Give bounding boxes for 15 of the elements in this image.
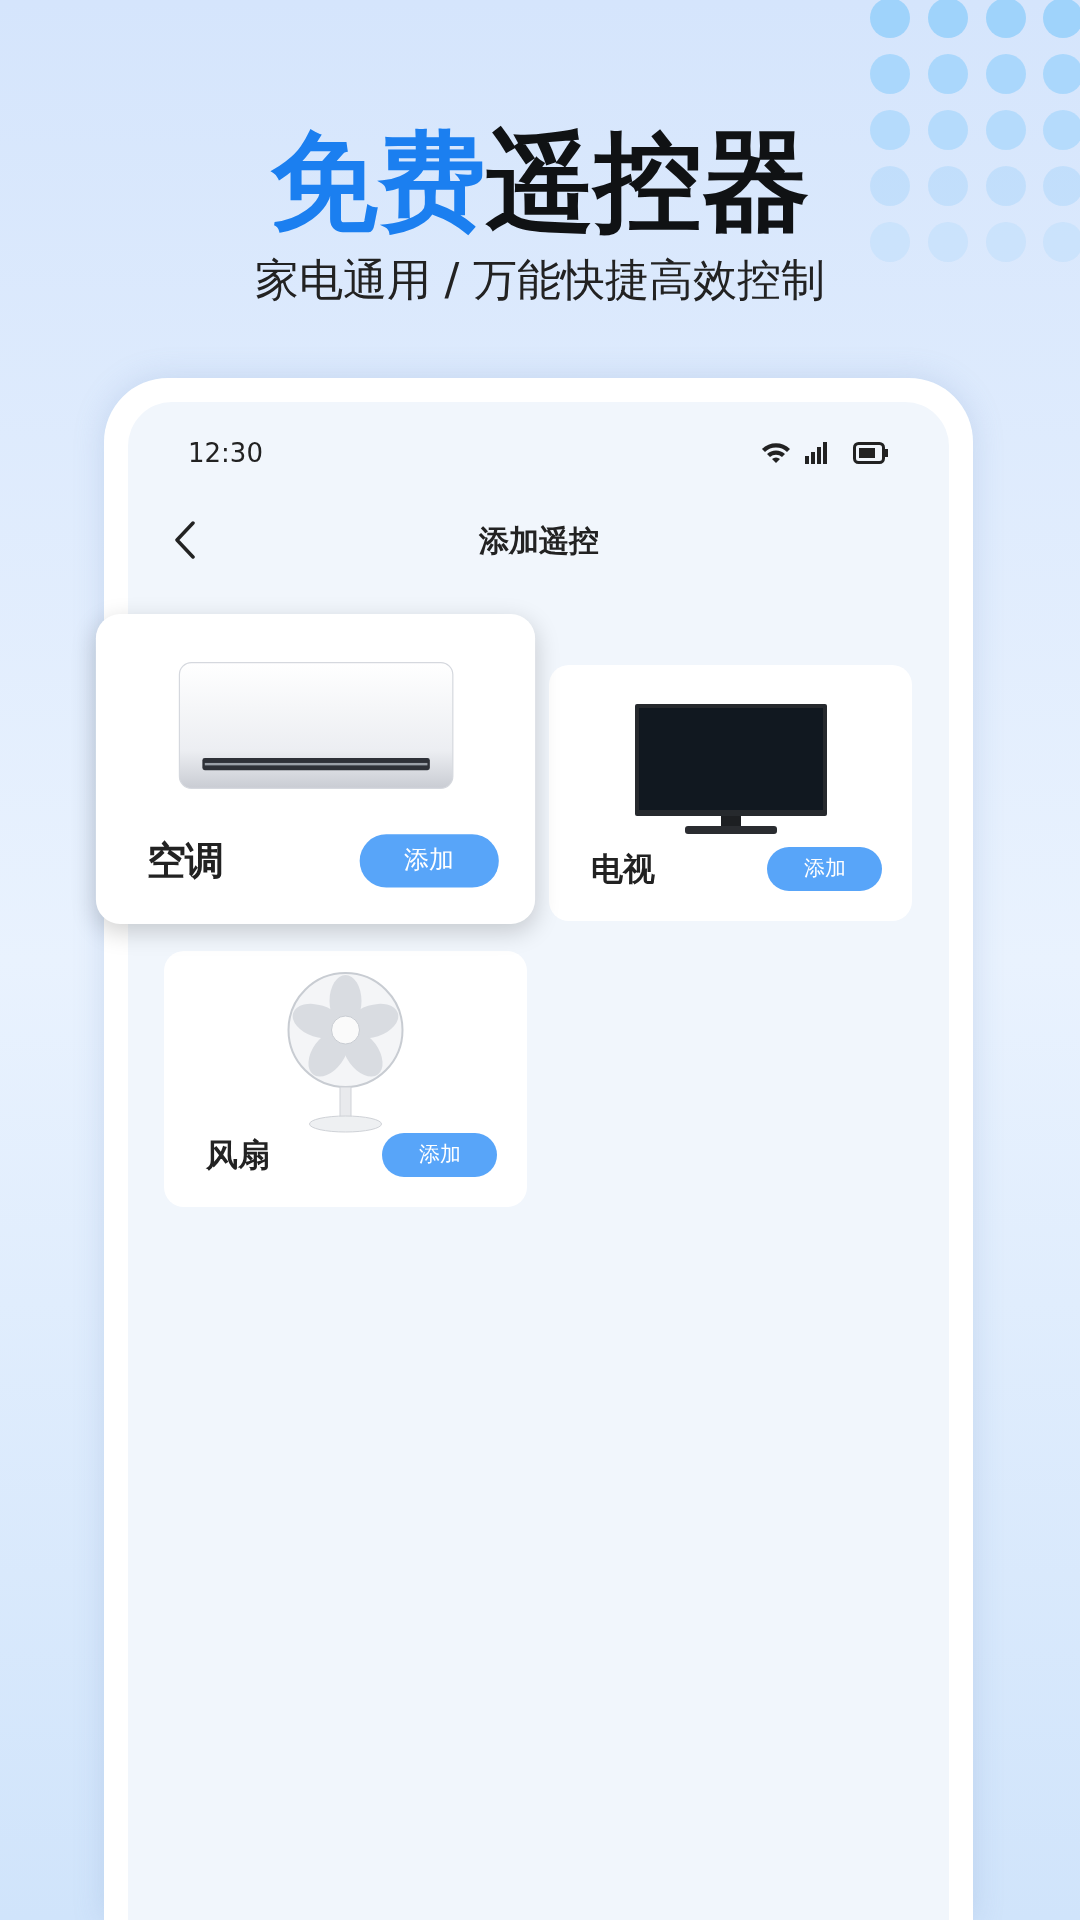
battery-icon xyxy=(853,442,889,464)
headline-text: 遥控器 xyxy=(486,119,810,244)
device-card[interactable]: 电视 添加 xyxy=(549,665,912,921)
wifi-icon xyxy=(761,442,791,464)
device-name: 风扇 xyxy=(206,1135,270,1176)
page-title: 添加遥控 xyxy=(478,521,599,560)
headline-highlight: 免费 xyxy=(270,119,486,244)
device-name: 电视 xyxy=(591,849,655,890)
status-time: 12:30 xyxy=(188,438,263,468)
device-card[interactable]: 空调 添加 xyxy=(95,614,536,924)
device-name: 空调 xyxy=(146,836,225,886)
signal-icon xyxy=(805,442,827,464)
subtitle: 家电通用 / 万能快捷高效控制 xyxy=(254,253,826,307)
back-icon[interactable] xyxy=(174,521,196,559)
device-card[interactable]: 风扇 添加 xyxy=(164,951,527,1207)
